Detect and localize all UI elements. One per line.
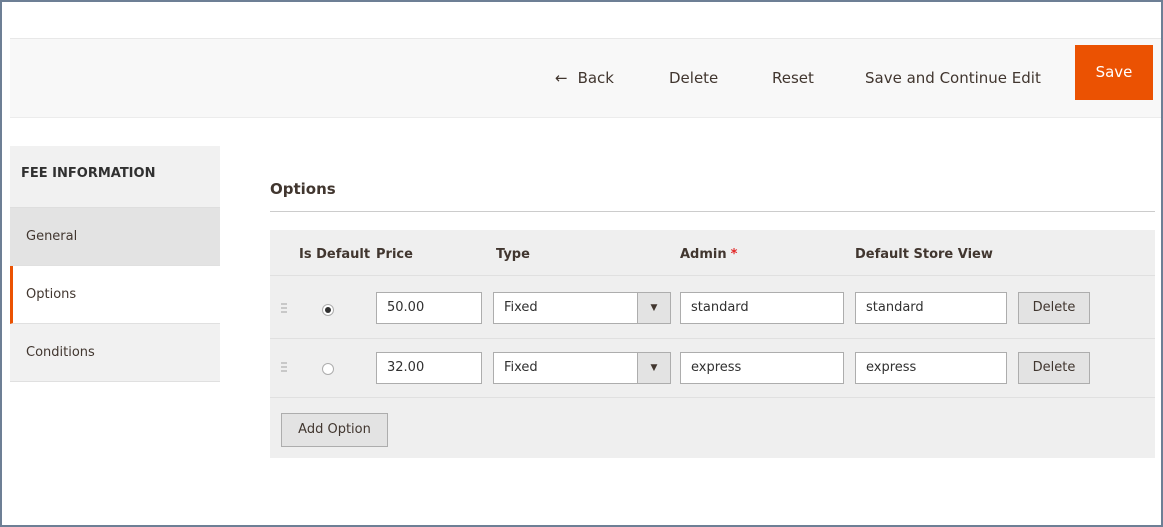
chevron-down-icon: ▼	[637, 353, 670, 383]
column-header-admin: Admin *	[680, 247, 737, 262]
section-title: Options	[270, 180, 336, 198]
options-table: Is Default Price Type Admin * Default Sto…	[270, 230, 1155, 458]
required-marker: *	[730, 247, 738, 262]
column-header-type: Type	[496, 247, 530, 262]
admin-label-input[interactable]: express	[680, 352, 844, 384]
sidebar: FEE INFORMATION General Options Conditio…	[10, 146, 220, 382]
arrow-left-icon: ←	[555, 69, 568, 87]
type-select[interactable]: Fixed ▼	[493, 292, 671, 324]
column-header-store-view: Default Store View	[855, 247, 993, 262]
sidebar-item-conditions[interactable]: Conditions	[10, 324, 220, 382]
chevron-down-icon: ▼	[637, 293, 670, 323]
sidebar-item-label: Options	[26, 287, 77, 302]
save-and-continue-button[interactable]: Save and Continue Edit	[865, 39, 1041, 117]
type-select-value: Fixed	[504, 300, 538, 315]
delete-button[interactable]: Delete	[669, 39, 718, 117]
back-label: Back	[577, 69, 614, 87]
row-divider	[270, 338, 1155, 339]
price-input[interactable]: 32.00	[376, 352, 482, 384]
sidebar-item-label: General	[26, 229, 78, 244]
section-divider	[270, 211, 1155, 212]
admin-label-input[interactable]: standard	[680, 292, 844, 324]
sidebar-item-options[interactable]: Options	[10, 266, 220, 324]
sidebar-title: FEE INFORMATION	[10, 146, 220, 208]
delete-option-button[interactable]: Delete	[1018, 352, 1090, 384]
type-select-value: Fixed	[504, 360, 538, 375]
page-actions-bar: ← Back Delete Reset Save and Continue Edi…	[10, 38, 1161, 118]
drag-handle-icon[interactable]	[281, 303, 287, 315]
column-header-is-default: Is Default	[299, 247, 371, 262]
delete-option-button[interactable]: Delete	[1018, 292, 1090, 324]
default-radio[interactable]	[322, 304, 334, 316]
back-button[interactable]: ← Back	[555, 39, 614, 117]
column-header-price: Price	[376, 247, 413, 262]
sidebar-item-general[interactable]: General	[10, 208, 220, 266]
save-button[interactable]: Save	[1075, 45, 1153, 100]
store-view-label-input[interactable]: express	[855, 352, 1007, 384]
reset-button[interactable]: Reset	[772, 39, 814, 117]
add-option-button[interactable]: Add Option	[281, 413, 388, 447]
store-view-label-input[interactable]: standard	[855, 292, 1007, 324]
sidebar-item-label: Conditions	[26, 345, 95, 360]
row-divider	[270, 275, 1155, 276]
type-select[interactable]: Fixed ▼	[493, 352, 671, 384]
default-radio[interactable]	[322, 363, 334, 375]
admin-header-label: Admin	[680, 247, 727, 262]
row-divider	[270, 397, 1155, 398]
drag-handle-icon[interactable]	[281, 362, 287, 374]
price-input[interactable]: 50.00	[376, 292, 482, 324]
